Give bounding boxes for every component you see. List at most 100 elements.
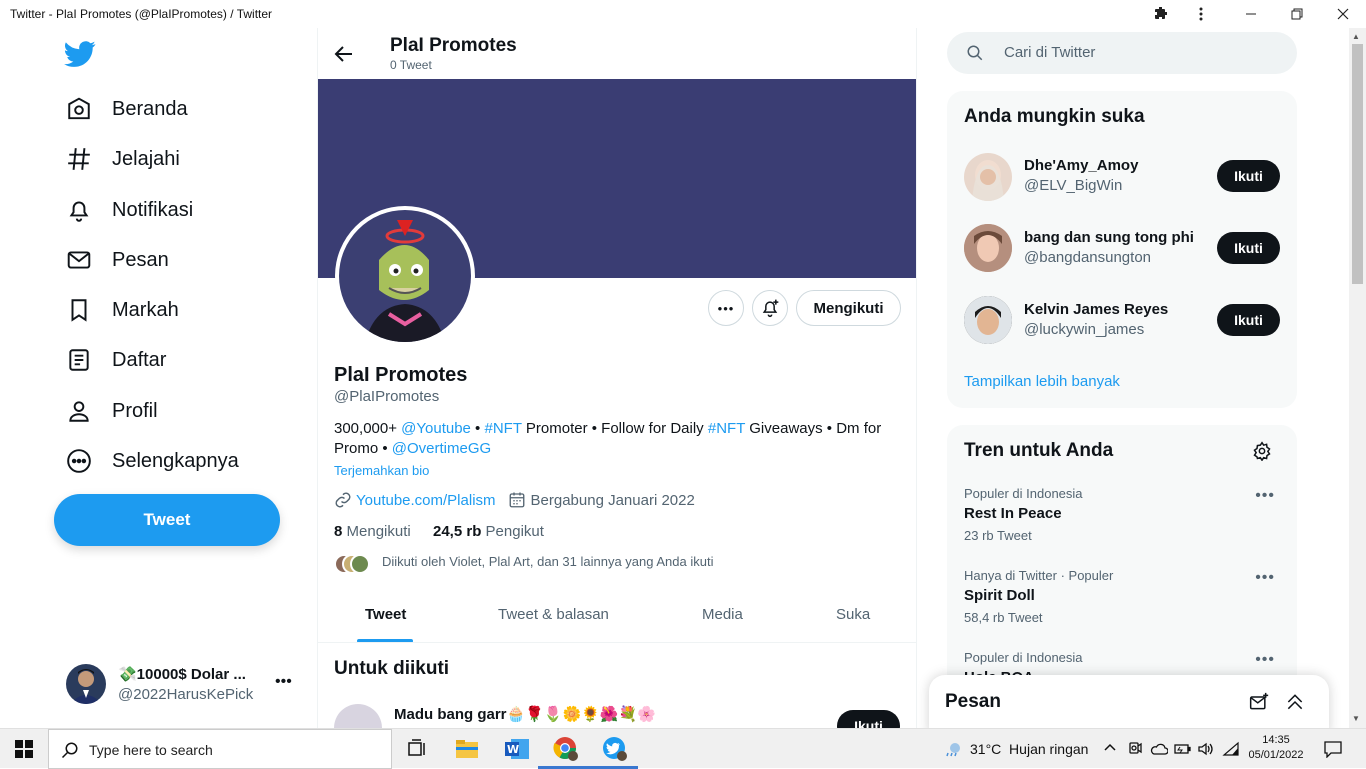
clock[interactable]: 14:35 05/01/2022 — [1248, 733, 1304, 763]
follow-button[interactable]: Ikuti — [837, 710, 900, 728]
taskbar-search[interactable]: Type here to search — [48, 729, 392, 769]
followed-by-text[interactable]: Diikuti oleh Violet, Plal Art, dan 31 la… — [382, 554, 713, 569]
search-icon — [61, 742, 78, 759]
scrollbar-thumb[interactable] — [1352, 44, 1363, 284]
follow-button[interactable]: Ikuti — [1217, 304, 1280, 336]
weather-icon[interactable] — [944, 741, 962, 759]
avatar[interactable] — [334, 704, 382, 728]
gear-icon[interactable] — [1252, 441, 1274, 463]
follow-button[interactable]: Ikuti — [1217, 160, 1280, 192]
mail-icon — [60, 241, 98, 279]
link-icon — [335, 492, 351, 508]
volume-icon[interactable] — [1197, 741, 1215, 757]
scroll-down-icon[interactable]: ▼ — [1352, 714, 1360, 723]
nav-label: Jelajahi — [112, 147, 180, 170]
avatar[interactable] — [964, 296, 1012, 344]
website-link[interactable]: Youtube.com/Plalism — [356, 492, 496, 509]
nav-item-lists[interactable]: Daftar — [60, 340, 166, 380]
search-bar[interactable]: Cari di Twitter — [947, 32, 1297, 74]
avatar[interactable] — [964, 153, 1012, 201]
follow-button[interactable]: Ikuti — [1217, 232, 1280, 264]
extensions-icon[interactable] — [1149, 4, 1173, 24]
trend-more-icon[interactable]: ••• — [1255, 487, 1275, 505]
following-stat[interactable]: 8 Mengikuti — [334, 523, 411, 540]
kebab-menu-icon[interactable] — [1189, 4, 1213, 24]
suggested-user-name[interactable]: Madu bang garr🧁🌹🌷🌼🌻🌺💐🌸 — [394, 705, 656, 723]
nav-item-messages[interactable]: Pesan — [60, 240, 169, 280]
nav-label: Daftar — [112, 348, 167, 371]
bio-mention-link[interactable]: @OvertimeGG — [392, 440, 491, 457]
bio-hashtag-link[interactable]: #NFT — [708, 420, 745, 437]
nav-item-profile[interactable]: Profil — [60, 391, 158, 431]
tab-tweets-replies[interactable]: Tweet & balasan — [498, 606, 609, 623]
chevron-up-double-icon[interactable] — [1285, 692, 1307, 714]
nav-item-more[interactable]: Selengkapnya — [60, 441, 239, 481]
translate-bio-link[interactable]: Terjemahkan bio — [334, 463, 429, 478]
word-icon[interactable]: W — [503, 735, 531, 763]
close-icon[interactable] — [1331, 4, 1355, 24]
nav-item-bookmarks[interactable]: Markah — [60, 290, 179, 330]
show-more-link[interactable]: Tampilkan lebih banyak — [964, 373, 1120, 390]
restore-icon[interactable] — [1285, 4, 1309, 24]
clock-time: 14:35 — [1262, 734, 1290, 746]
messages-dock[interactable]: Pesan — [929, 675, 1329, 735]
joined-date: Bergabung Januari 2022 — [530, 491, 695, 509]
scroll-up-icon[interactable]: ▲ — [1352, 32, 1360, 41]
suggestion-name[interactable]: bang dan sung tong phi — [1024, 229, 1194, 246]
nav-label: Notifikasi — [112, 198, 194, 221]
meet-now-icon[interactable] — [1127, 741, 1143, 757]
trend-name[interactable]: Spirit Doll — [964, 587, 1035, 604]
bio-text: • — [470, 420, 485, 437]
more-options-button[interactable]: ••• — [708, 290, 744, 326]
trend-meta: Hanya di Twitter · Populer — [964, 568, 1114, 583]
windows-start-icon[interactable] — [15, 740, 33, 758]
tab-tweets[interactable]: Tweet — [365, 606, 406, 623]
person-icon — [60, 392, 98, 430]
suggestion-name[interactable]: Kelvin James Reyes — [1024, 301, 1168, 318]
trend-name[interactable]: Rest In Peace — [964, 505, 1062, 522]
page-scrollbar[interactable]: ▲ ▼ — [1349, 28, 1366, 728]
nav-label: Selengkapnya — [112, 449, 239, 472]
search-input[interactable]: Cari di Twitter — [1004, 44, 1095, 61]
followers-stat[interactable]: 24,5 rb Pengikut — [433, 523, 544, 540]
bio-hashtag-link[interactable]: #NFT — [484, 420, 521, 437]
new-message-icon[interactable] — [1249, 692, 1271, 714]
account-more-icon[interactable]: ••• — [275, 673, 292, 691]
tab-likes[interactable]: Suka — [836, 606, 870, 623]
more-dots-icon: ••• — [717, 300, 735, 316]
network-icon[interactable] — [1222, 741, 1240, 757]
battery-icon[interactable] — [1174, 741, 1192, 757]
back-arrow-icon[interactable] — [332, 42, 360, 66]
following-button[interactable]: Mengikuti — [796, 290, 901, 326]
chevron-up-icon[interactable] — [1103, 740, 1117, 757]
account-switcher[interactable]: 💸10000$ Dolar ... @2022HarusKePick ••• — [54, 656, 304, 712]
chrome-icon[interactable] — [552, 735, 580, 763]
notify-button[interactable] — [752, 290, 788, 326]
bookmark-icon — [60, 291, 98, 329]
nav-item-notifications[interactable]: Notifikasi — [60, 190, 193, 230]
twitter-logo-icon[interactable] — [64, 38, 96, 70]
profile-avatar[interactable] — [335, 206, 475, 346]
nav-item-home[interactable]: Beranda — [60, 89, 188, 129]
account-handle: @2022HarusKePick — [118, 686, 254, 703]
taskbar-search-input[interactable]: Type here to search — [89, 742, 213, 758]
minimize-icon[interactable] — [1239, 4, 1263, 24]
following-count: 8 — [334, 523, 343, 540]
profile-name: PlaI Promotes — [334, 364, 468, 386]
file-explorer-icon[interactable] — [453, 735, 481, 763]
task-view-icon[interactable] — [403, 735, 431, 763]
nav-item-explore[interactable]: Jelajahi — [60, 139, 180, 179]
trend-more-icon[interactable]: ••• — [1255, 569, 1275, 587]
notification-center-icon[interactable] — [1323, 740, 1343, 759]
bio-mention-link[interactable]: @Youtube — [401, 420, 471, 437]
tweet-button[interactable]: Tweet — [54, 494, 280, 546]
suggestion-name[interactable]: Dhe'Amy_Amoy — [1024, 157, 1138, 174]
followed-by-avatars[interactable] — [334, 554, 374, 574]
twitter-app-icon[interactable] — [601, 735, 629, 763]
onedrive-icon[interactable] — [1150, 741, 1169, 757]
avatar[interactable] — [964, 224, 1012, 272]
tab-media[interactable]: Media — [702, 606, 743, 623]
suggestion-handle: @bangdansungton — [1024, 249, 1152, 266]
weather-text[interactable]: 31°C Hujan ringan — [970, 741, 1088, 757]
trend-more-icon[interactable]: ••• — [1255, 651, 1275, 669]
